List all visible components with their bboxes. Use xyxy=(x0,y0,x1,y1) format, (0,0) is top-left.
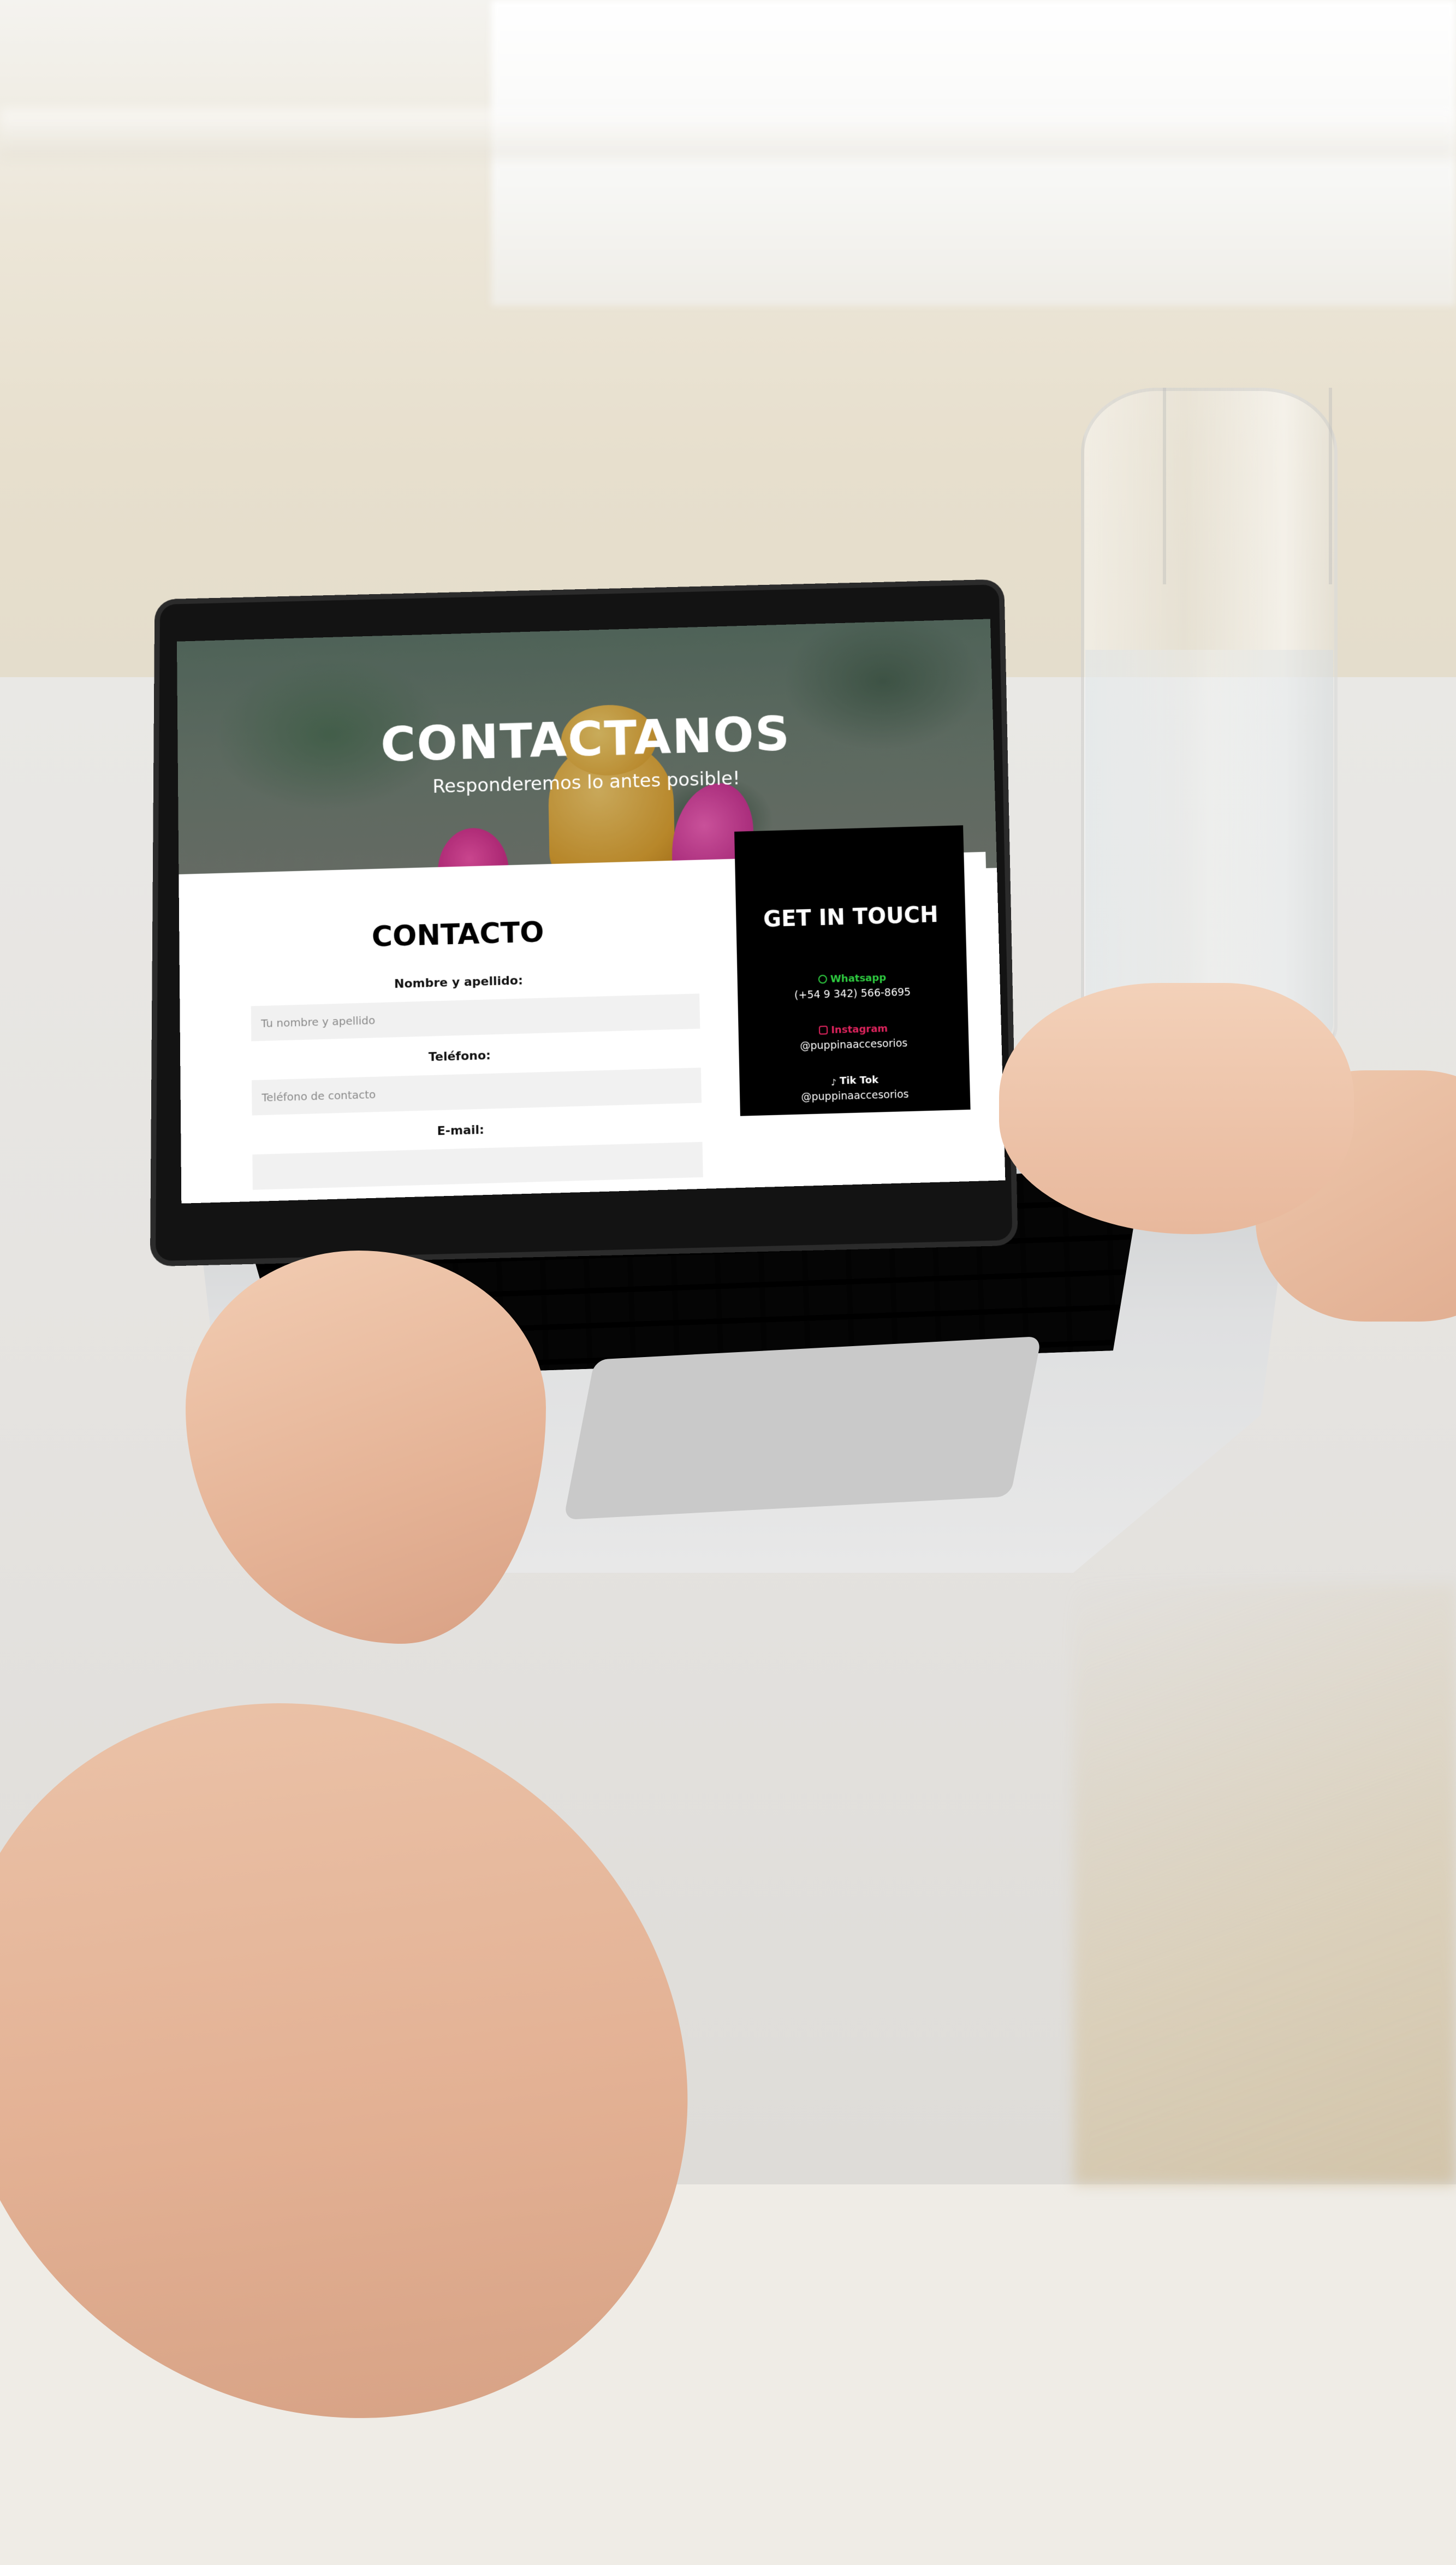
email-field-label: E-mail: xyxy=(437,1123,485,1139)
instagram-label: Instagram xyxy=(831,1023,888,1036)
phone-field-label: Teléfono: xyxy=(428,1048,491,1064)
name-field-label: Nombre y apellido: xyxy=(394,974,523,992)
whatsapp-value: (+54 9 342) 566-8695 xyxy=(794,986,911,1002)
tiktok-icon: ♪ xyxy=(830,1077,837,1088)
whatsapp-label: Whatsapp xyxy=(830,971,887,985)
tiktok-label: Tik Tok xyxy=(839,1074,879,1087)
background-windowsill xyxy=(0,109,1456,158)
email-input[interactable] xyxy=(252,1142,703,1190)
right-hand xyxy=(999,983,1354,1234)
form-title: CONTACTO xyxy=(371,916,544,954)
laptop-trackpad xyxy=(563,1336,1042,1520)
instagram-value: @puppinaaccesorios xyxy=(800,1037,908,1052)
glass-carafe-neck xyxy=(1163,388,1332,584)
phone-input[interactable] xyxy=(251,1068,702,1116)
desk-edge xyxy=(1074,1584,1456,2184)
instagram-icon xyxy=(819,1026,828,1035)
whatsapp-icon xyxy=(818,974,828,984)
panel-title: GET IN TOUCH xyxy=(763,902,939,933)
name-input[interactable] xyxy=(251,993,700,1041)
contact-form: CONTACTO Nombre y apellido: Teléfono: E-… xyxy=(179,858,742,1204)
tiktok-value: @puppinaaccesorios xyxy=(801,1088,909,1104)
get-in-touch-panel: GET IN TOUCH Whatsapp (+54 9 342) 566-86… xyxy=(734,825,971,1116)
laptop-screen: CONTACTANOS Responderemos lo antes posib… xyxy=(176,619,1006,1204)
